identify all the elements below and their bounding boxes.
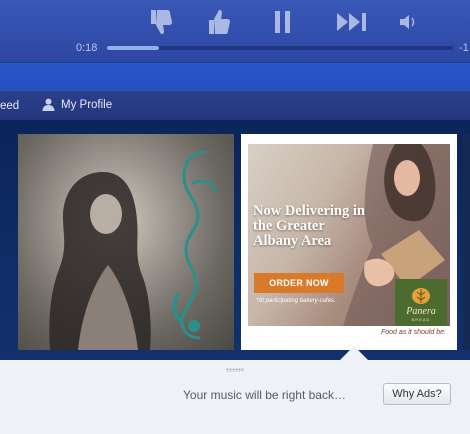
album-stage: Now Delivering in the Greater Albany Are… <box>0 120 470 360</box>
thumbs-down-icon[interactable] <box>146 8 176 36</box>
progress-bar[interactable] <box>107 46 453 50</box>
tooltip-pointer <box>340 346 368 360</box>
album-portrait-image <box>49 172 151 350</box>
header-band <box>0 62 470 90</box>
ad-tagline: Food as it should be. <box>381 329 446 336</box>
order-now-button[interactable]: ORDER NOW <box>254 273 344 293</box>
nav-bar: eed My Profile <box>0 90 470 120</box>
next-album-edge[interactable] <box>463 134 470 350</box>
elapsed-time: 0:18 <box>76 42 98 54</box>
album-art[interactable] <box>18 134 234 350</box>
remaining-time: -1 <box>459 42 469 54</box>
panera-ad[interactable]: Now Delivering in the Greater Albany Are… <box>248 144 450 326</box>
why-ads-button[interactable]: Why Ads? <box>383 383 451 405</box>
user-icon <box>42 98 55 111</box>
nav-item-my-profile[interactable]: My Profile <box>42 98 112 111</box>
thumbs-up-icon[interactable] <box>204 8 234 36</box>
progress-fill <box>107 46 159 50</box>
nav-item-feed[interactable]: eed <box>0 100 19 112</box>
volume-icon[interactable] <box>398 8 420 36</box>
drag-handle-icon[interactable] <box>226 368 244 372</box>
ad-frame[interactable]: Now Delivering in the Greater Albany Are… <box>241 134 457 350</box>
ad-break-message: Your music will be right back… <box>183 388 346 402</box>
skip-icon[interactable] <box>335 8 369 36</box>
panera-name: Panera <box>406 306 436 317</box>
ad-headline: Now Delivering in the Greater Albany Are… <box>253 203 365 249</box>
panera-logo: Panera BREAD <box>395 279 447 326</box>
player-bar: 0:18 -1 <box>0 0 470 62</box>
ad-fine-print: *At participating bakery-cafes. <box>256 298 336 304</box>
nav-item-label: My Profile <box>61 98 113 111</box>
panera-sub: BREAD <box>411 317 431 322</box>
plumb-logo <box>172 150 218 340</box>
wheat-icon <box>412 288 430 304</box>
pause-icon[interactable] <box>268 8 298 36</box>
